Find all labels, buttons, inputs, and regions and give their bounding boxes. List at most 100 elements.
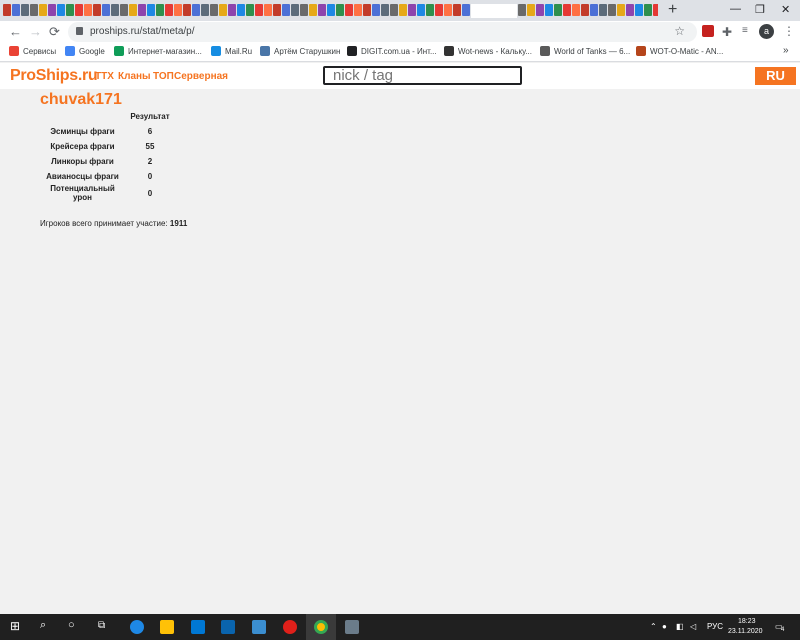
tray-people-icon[interactable]: ⌃ <box>650 622 657 631</box>
tab-favicon-icon[interactable] <box>635 4 643 16</box>
restore-icon[interactable]: ❐ <box>755 3 765 16</box>
tab-favicon-icon[interactable] <box>626 4 634 16</box>
cortana-icon[interactable]: ○ <box>68 619 82 633</box>
world-of-warships-icon[interactable] <box>345 620 359 634</box>
tab-favicon-icon[interactable] <box>147 4 155 16</box>
bookmark-item[interactable]: Сервисы <box>9 46 56 56</box>
tab-favicon-icon[interactable] <box>201 4 209 16</box>
bookmark-item[interactable]: Mail.Ru <box>211 46 252 56</box>
bookmark-star-icon[interactable]: ☆ <box>674 24 685 38</box>
tab-favicon-icon[interactable] <box>309 4 317 16</box>
nav-top[interactable]: ТОП <box>153 71 174 82</box>
tray-time[interactable]: 18:23 <box>738 618 756 625</box>
mail-icon[interactable] <box>221 620 235 634</box>
tab-favicon-icon[interactable] <box>453 4 461 16</box>
tab-favicon-icon[interactable] <box>282 4 290 16</box>
tab-favicon-icon[interactable] <box>608 4 616 16</box>
tab-favicon-icon[interactable] <box>255 4 263 16</box>
bookmark-item[interactable]: Артём Старушкин <box>260 46 340 56</box>
tab-favicon-icon[interactable] <box>444 4 452 16</box>
tab-favicon-icon[interactable] <box>536 4 544 16</box>
search-icon[interactable]: ⌕ <box>40 619 54 633</box>
bookmark-item[interactable]: World of Tanks — 6... <box>540 46 630 56</box>
tab-favicon-icon[interactable] <box>174 4 182 16</box>
tab-favicon-icon[interactable] <box>84 4 92 16</box>
file-explorer-icon[interactable] <box>160 620 174 634</box>
task-view-icon[interactable]: ⧉ <box>98 620 112 634</box>
tray-network-icon[interactable]: ◧ <box>676 622 684 631</box>
tab-favicon-icon[interactable] <box>156 4 164 16</box>
tab-favicon-icon[interactable] <box>518 4 526 16</box>
tab-favicon-icon[interactable] <box>644 4 652 16</box>
bookmark-item[interactable]: Wot-news - Кальку... <box>444 46 532 56</box>
tab-favicon-icon[interactable] <box>563 4 571 16</box>
tray-volume-icon[interactable]: ◁ <box>690 622 696 631</box>
reload-icon[interactable]: ⟳ <box>49 24 60 40</box>
tab-favicon-icon[interactable] <box>30 4 38 16</box>
tab-favicon-icon[interactable] <box>599 4 607 16</box>
tab-favicon-icon[interactable] <box>75 4 83 16</box>
language-button[interactable]: RU <box>755 67 796 85</box>
store-icon[interactable] <box>191 620 205 634</box>
tab-favicon-icon[interactable] <box>237 4 245 16</box>
search-input[interactable] <box>323 66 522 85</box>
tab-favicon-icon[interactable] <box>291 4 299 16</box>
menu-dots-icon[interactable]: ⋮ <box>783 24 795 38</box>
profile-avatar[interactable]: a <box>759 24 774 39</box>
tab-favicon-icon[interactable] <box>12 4 20 16</box>
tab-favicon-icon[interactable] <box>273 4 281 16</box>
tab-favicon-icon[interactable] <box>39 4 47 16</box>
bookmark-item[interactable]: Google <box>65 46 105 56</box>
edge-icon[interactable] <box>130 620 144 634</box>
tab-favicon-icon[interactable] <box>354 4 362 16</box>
nav-server[interactable]: Серверная <box>174 71 228 82</box>
tab-favicon-icon[interactable] <box>435 4 443 16</box>
opera-icon[interactable] <box>283 620 297 634</box>
tab-favicon-icon[interactable] <box>336 4 344 16</box>
chrome-icon[interactable] <box>314 620 328 634</box>
close-icon[interactable]: ✕ <box>781 3 790 16</box>
address-bar[interactable]: proships.ru/stat/meta/p/ ☆ <box>68 22 697 42</box>
tab-favicon-icon[interactable] <box>102 4 110 16</box>
tab-favicon-icon[interactable] <box>57 4 65 16</box>
tab-favicon-icon[interactable] <box>527 4 535 16</box>
tab-favicon-icon[interactable] <box>48 4 56 16</box>
url-text[interactable]: proships.ru/stat/meta/p/ <box>90 26 195 37</box>
tab-favicon-icon[interactable] <box>426 4 434 16</box>
more-bookmarks-icon[interactable]: » <box>783 45 789 56</box>
active-tab[interactable] <box>471 4 517 18</box>
tab-favicon-icon[interactable] <box>327 4 335 16</box>
bookmark-item[interactable]: Интернет-магазин... <box>114 46 202 56</box>
tab-favicon-icon[interactable] <box>210 4 218 16</box>
tab-favicon-icon[interactable] <box>246 4 254 16</box>
tab-favicon-icon[interactable] <box>192 4 200 16</box>
tab-favicon-icon[interactable] <box>138 4 146 16</box>
tab-favicon-icon[interactable] <box>318 4 326 16</box>
tab-favicon-icon[interactable] <box>408 4 416 16</box>
tab-favicon-icon[interactable] <box>93 4 101 16</box>
tab-favicon-icon[interactable] <box>3 4 11 16</box>
tray-date[interactable]: 23.11.2020 <box>728 628 763 635</box>
back-icon[interactable]: ← <box>9 24 22 39</box>
new-tab-button[interactable]: + <box>668 1 677 19</box>
tab-favicon-icon[interactable] <box>300 4 308 16</box>
tab-favicon-icon[interactable] <box>21 4 29 16</box>
tab-favicon-icon[interactable] <box>399 4 407 16</box>
tab-favicon-icon[interactable] <box>129 4 137 16</box>
tab-favicon-icon[interactable] <box>120 4 128 16</box>
site-logo[interactable]: ProShips.ru <box>10 67 98 85</box>
tab-favicon-icon[interactable] <box>545 4 553 16</box>
photos-icon[interactable] <box>252 620 266 634</box>
tab-favicon-icon[interactable] <box>462 4 470 16</box>
nav-ttx[interactable]: ТТХ <box>95 71 114 82</box>
forward-icon[interactable]: → <box>29 24 42 39</box>
tab-favicon-icon[interactable] <box>572 4 580 16</box>
bookmark-item[interactable]: DIGIT.com.ua - Инт... <box>347 46 437 56</box>
windows-start-icon[interactable]: ⊞ <box>10 619 24 633</box>
tab-favicon-icon[interactable] <box>228 4 236 16</box>
tray-microphone-icon[interactable]: ● <box>662 622 667 631</box>
tab-favicon-icon[interactable] <box>390 4 398 16</box>
nav-clans[interactable]: Кланы <box>118 71 151 82</box>
tab-favicon-icon[interactable] <box>219 4 227 16</box>
extensions-puzzle-icon[interactable]: ✚ <box>722 25 734 39</box>
